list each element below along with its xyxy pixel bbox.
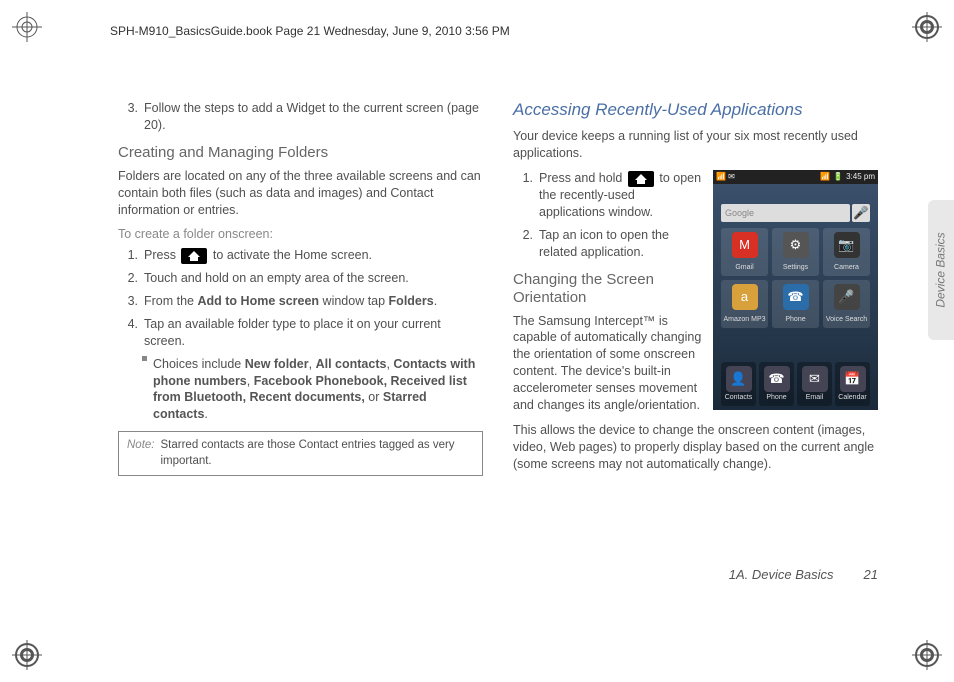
page-content: 3. Follow the steps to add a Widget to t… bbox=[118, 100, 878, 580]
registration-mark-icon bbox=[12, 640, 42, 670]
phone-statusbar: 📶 ✉ 📶🔋3:45 pm bbox=[713, 170, 878, 184]
phone-dock-cell: 👤Contacts bbox=[721, 362, 756, 406]
app-icon: 👤 bbox=[726, 366, 752, 392]
list-item: Choices include New folder, All contacts… bbox=[118, 356, 483, 424]
app-label: Phone bbox=[785, 315, 805, 324]
registration-mark-icon bbox=[912, 12, 942, 42]
app-label: Email bbox=[806, 393, 824, 402]
list-item: 3. Follow the steps to add a Widget to t… bbox=[118, 100, 483, 134]
app-label: Contacts bbox=[725, 393, 753, 402]
phone-app-cell: 📷 Camera bbox=[823, 228, 870, 276]
list-item: 4. Tap an available folder type to place… bbox=[118, 316, 483, 350]
app-icon: ⚙ bbox=[783, 232, 809, 258]
phone-dock-cell: 📅Calendar bbox=[835, 362, 870, 406]
registration-mark-icon bbox=[912, 640, 942, 670]
page-header-meta: SPH-M910_BasicsGuide.book Page 21 Wednes… bbox=[110, 24, 510, 38]
phone-app-cell: ⚙ Settings bbox=[772, 228, 819, 276]
square-bullet-icon bbox=[142, 356, 147, 361]
body-text: This allows the device to change the ons… bbox=[513, 422, 878, 473]
app-icon: ☎ bbox=[764, 366, 790, 392]
note-box: Note: Starred contacts are those Contact… bbox=[118, 431, 483, 476]
app-icon: a bbox=[732, 284, 758, 310]
app-icon: 📷 bbox=[834, 232, 860, 258]
footer-page-number: 21 bbox=[864, 567, 878, 582]
body-text: Folders are located on any of the three … bbox=[118, 168, 483, 219]
right-column: Accessing Recently-Used Applications You… bbox=[513, 100, 878, 580]
footer-section: 1A. Device Basics bbox=[729, 567, 834, 582]
list-item: 2. Touch and hold on an empty area of th… bbox=[118, 270, 483, 287]
home-key-icon bbox=[181, 248, 207, 264]
app-label: Gmail bbox=[735, 263, 753, 272]
mic-icon: 🎤 bbox=[852, 204, 870, 222]
list-item: 3. From the Add to Home screen window ta… bbox=[118, 293, 483, 310]
phone-app-cell: 🎤 Voice Search bbox=[823, 280, 870, 328]
phone-dock-cell: ☎Phone bbox=[759, 362, 794, 406]
phone-app-cell: ☎ Phone bbox=[772, 280, 819, 328]
side-tab: Device Basics bbox=[928, 200, 954, 340]
phone-app-grid: M Gmail ⚙ Settings 📷 Camera a Amazon MP3 ☎ Phone 🎤… bbox=[721, 228, 870, 328]
registration-mark-icon bbox=[12, 12, 42, 42]
app-label: Amazon MP3 bbox=[723, 315, 765, 324]
app-icon: 🎤 bbox=[834, 284, 860, 310]
list-item: 1. Press to activate the Home screen. bbox=[118, 247, 483, 264]
body-text: Your device keeps a running list of your… bbox=[513, 128, 878, 162]
list-item: 2. Tap an icon to open the related appli… bbox=[513, 227, 703, 261]
phone-app-cell: a Amazon MP3 bbox=[721, 280, 768, 328]
home-key-icon bbox=[628, 171, 654, 187]
left-column: 3. Follow the steps to add a Widget to t… bbox=[118, 100, 483, 580]
phone-dock-cell: ✉Email bbox=[797, 362, 832, 406]
phone-search-bar: Google 🎤 bbox=[721, 204, 870, 222]
app-icon: ✉ bbox=[802, 366, 828, 392]
section-heading: Accessing Recently-Used Applications bbox=[513, 100, 878, 120]
app-icon: M bbox=[732, 232, 758, 258]
app-label: Camera bbox=[834, 263, 859, 272]
phone-dock: 👤Contacts☎Phone✉Email📅Calendar bbox=[721, 362, 870, 406]
side-tab-label: Device Basics bbox=[934, 232, 948, 307]
note-text: Starred contacts are those Contact entri… bbox=[161, 438, 475, 469]
subsection-heading: Creating and Managing Folders bbox=[118, 144, 483, 162]
app-label: Settings bbox=[783, 263, 808, 272]
app-icon: ☎ bbox=[783, 284, 809, 310]
app-label: Calendar bbox=[838, 393, 866, 402]
app-label: Voice Search bbox=[826, 315, 867, 324]
app-icon: 📅 bbox=[840, 366, 866, 392]
list-item: 1. Press and hold to open the recently-u… bbox=[513, 170, 703, 221]
note-label: Note: bbox=[127, 438, 155, 469]
procedure-intro: To create a folder onscreen: bbox=[118, 226, 483, 243]
phone-app-cell: M Gmail bbox=[721, 228, 768, 276]
phone-search-input: Google bbox=[721, 204, 850, 222]
app-label: Phone bbox=[766, 393, 786, 402]
page-footer: 1A. Device Basics 21 bbox=[118, 567, 878, 582]
phone-screenshot-figure: 📶 ✉ 📶🔋3:45 pm Google 🎤 M Gmail ⚙ Settings 📷 C… bbox=[713, 170, 878, 410]
